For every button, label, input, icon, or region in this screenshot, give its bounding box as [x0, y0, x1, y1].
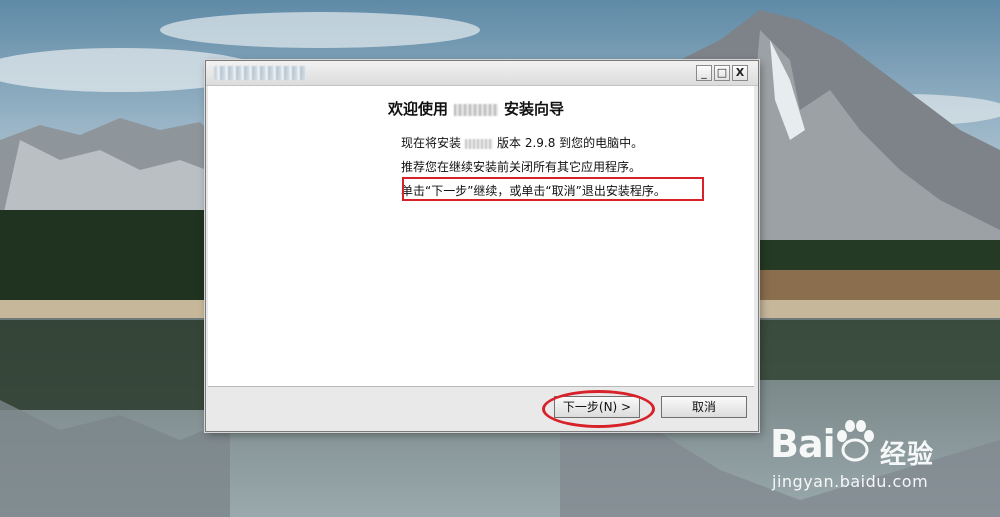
app-name-blurred [454, 103, 499, 116]
line1-prefix: 现在将安装 [401, 136, 462, 150]
watermark-brand: Bai [770, 422, 836, 466]
app-name-blurred-small [465, 138, 494, 149]
close-apps-line: 推荐您在继续安装前关闭所有其它应用程序。 [401, 160, 642, 174]
highlight-box [402, 177, 704, 201]
install-version-line: 现在将安装 版本 2.9.8 到您的电脑中。 [401, 134, 643, 151]
heading-prefix: 欢迎使用 [388, 100, 449, 118]
watermark-cn: 经验 [880, 440, 935, 470]
wizard-content: 欢迎使用 安装向导 现在将安装 版本 2.9.8 到您的电脑中。 推荐您在继续安装前… [208, 86, 754, 387]
heading-suffix: 安装向导 [504, 100, 565, 118]
installer-window: _ □ X 欢迎使用 安装向导 现在将安装 版本 2.9.8 到您的电脑中。 推荐您… [205, 60, 759, 432]
window-titlebar[interactable]: _ □ X [206, 61, 758, 86]
baidu-jingyan-watermark: Bai 经验 jingyan.baidu.com [770, 412, 990, 512]
minimize-button[interactable]: _ [696, 65, 712, 81]
window-title-blurred [214, 66, 306, 80]
watermark-url: jingyan.baidu.com [772, 472, 929, 491]
cancel-button[interactable]: 取消 [661, 396, 747, 418]
line1-suffix: 版本 2.9.8 到您的电脑中。 [497, 136, 644, 150]
maximize-button[interactable]: □ [714, 65, 730, 81]
close-button[interactable]: X [732, 65, 748, 81]
highlight-ellipse [542, 390, 655, 428]
wizard-heading: 欢迎使用 安装向导 [388, 98, 564, 119]
paw-icon [837, 420, 874, 462]
